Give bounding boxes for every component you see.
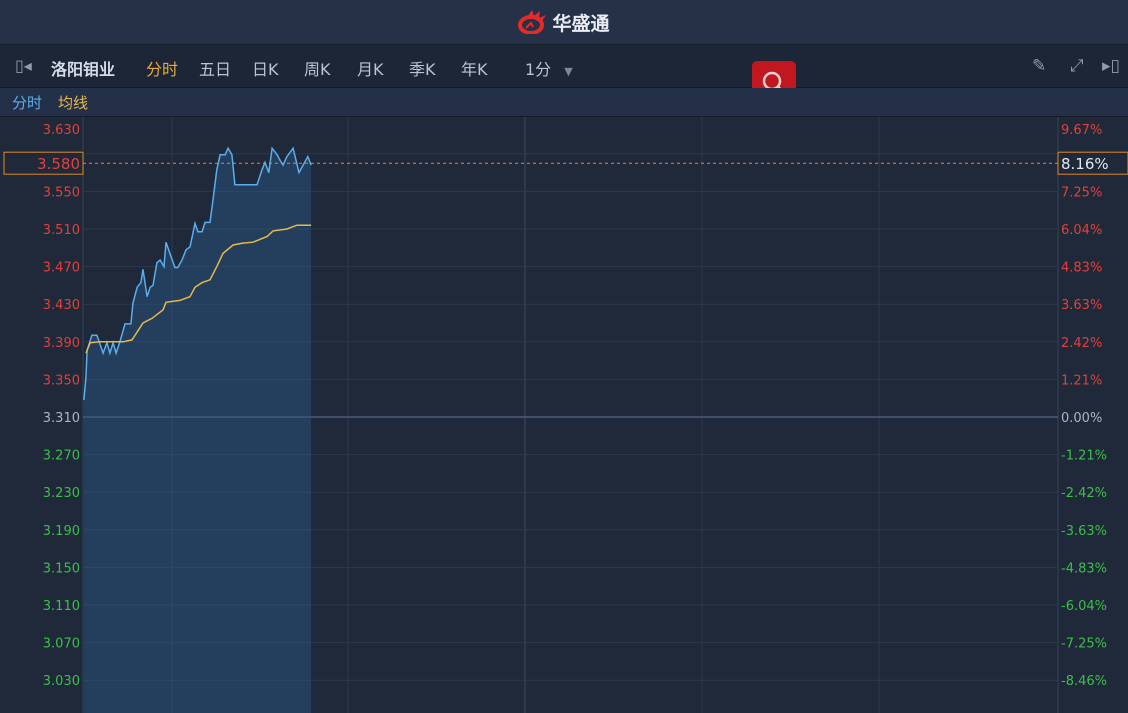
- right-tick-label: 9.67%: [1061, 123, 1102, 138]
- left-tick-label: 3.510: [43, 223, 80, 238]
- right-tick-label: -3.63%: [1061, 524, 1107, 539]
- right-tick-label: 1.21%: [1061, 373, 1102, 388]
- right-tick-label: -6.04%: [1061, 599, 1107, 614]
- app-title: 华盛通: [552, 12, 610, 35]
- right-tick-label: 7.25%: [1061, 185, 1102, 200]
- crosshair-pct-label: 8.16%: [1061, 155, 1109, 173]
- intraday-chart[interactable]: 3.630 9.67% 3.550 7.25% 3.510 6.04% 3.470 4.83%…: [0, 117, 1128, 713]
- left-tick-label: 3.110: [43, 599, 80, 614]
- left-tick-label: 3.390: [43, 336, 80, 351]
- right-tick-label: 4.83%: [1061, 261, 1102, 276]
- left-tick-label: 3.030: [43, 674, 80, 689]
- huashengtong-logo-icon: [518, 10, 547, 34]
- left-tick-label: 3.070: [43, 637, 80, 652]
- tab-周K[interactable]: 周K: [304, 56, 331, 80]
- collapse-left-icon[interactable]: ▯◂: [15, 56, 32, 75]
- right-tick-label: -7.25%: [1061, 637, 1107, 652]
- left-tick-label: 3.350: [43, 373, 80, 388]
- left-tick-label: 3.150: [43, 561, 80, 576]
- tab-日K[interactable]: 日K: [252, 56, 279, 80]
- fullscreen-icon[interactable]: ⤢: [1070, 56, 1084, 76]
- interval-select[interactable]: 1分 ▼: [525, 56, 573, 80]
- pencil-icon[interactable]: ✎: [1032, 56, 1046, 76]
- stock-name: 洛阳钼业: [51, 60, 116, 79]
- price-area-fill: [83, 148, 312, 713]
- interval-value: 1分: [525, 60, 552, 79]
- tab-年K[interactable]: 年K: [461, 56, 488, 80]
- left-tick-label: 3.270: [43, 449, 80, 464]
- title-bar: 华盛通: [0, 0, 1128, 45]
- right-tick-label: 6.04%: [1061, 223, 1102, 238]
- tab-分时[interactable]: 分时: [146, 56, 178, 80]
- app-logo: 华盛通: [518, 9, 610, 36]
- tab-月K[interactable]: 月K: [357, 56, 384, 80]
- right-tick-label: 2.42%: [1061, 336, 1102, 351]
- legend-avg: 均线: [58, 93, 89, 112]
- crosshair-price-label: 3.580: [37, 155, 80, 173]
- tab-五日[interactable]: 五日: [199, 56, 231, 80]
- right-tick-label: -1.21%: [1061, 449, 1107, 464]
- right-tick-label: -4.83%: [1061, 561, 1107, 576]
- right-tick-label: -8.46%: [1061, 674, 1107, 689]
- left-tick-label: 3.550: [43, 185, 80, 200]
- left-tick-label: 3.230: [43, 486, 80, 501]
- expand-right-icon[interactable]: ▸▯: [1102, 56, 1120, 76]
- right-tick-label: 3.63%: [1061, 298, 1102, 313]
- left-tick-label: 3.630: [43, 123, 80, 138]
- tab-季K[interactable]: 季K: [409, 56, 436, 80]
- left-tick-label: 3.310: [43, 411, 80, 426]
- right-tick-label: -2.42%: [1061, 486, 1107, 501]
- toolbar: ▯◂ 洛阳钼业 分时 五日 日K 周K 月K 季K 年K 1分 ▼: [0, 45, 1128, 88]
- right-tick-label: 0.00%: [1061, 411, 1102, 426]
- left-tick-label: 3.430: [43, 298, 80, 313]
- legend-price: 分时: [12, 93, 43, 112]
- chevron-down-icon: ▼: [564, 65, 573, 78]
- chart-legend: 分时 均线: [0, 88, 1128, 117]
- left-tick-label: 3.190: [43, 524, 80, 539]
- left-tick-label: 3.470: [43, 261, 80, 276]
